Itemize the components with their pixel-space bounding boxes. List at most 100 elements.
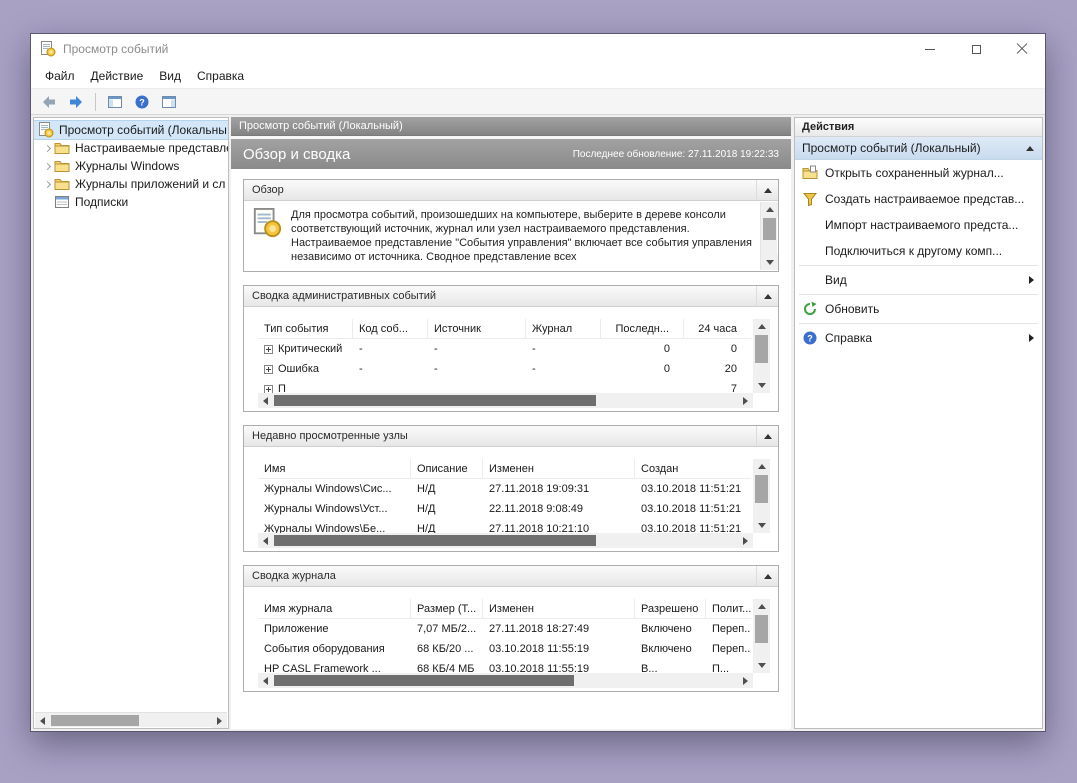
scrollbar-thumb[interactable]: [274, 535, 596, 546]
scrollbar-thumb[interactable]: [755, 475, 768, 503]
table-row[interactable]: События оборудования 68 КБ/20 ... 03.10.…: [258, 639, 751, 659]
scrollbar-thumb[interactable]: [274, 675, 574, 686]
action-connect-other-computer[interactable]: Подключиться к другому комп...: [795, 238, 1042, 264]
table-row[interactable]: Журналы Windows\Уст... Н/Д 22.11.2018 9:…: [258, 499, 751, 519]
action-help-submenu[interactable]: ? Справка: [795, 325, 1042, 351]
minimize-button[interactable]: [907, 34, 953, 64]
scroll-left-button[interactable]: [258, 393, 273, 408]
tree-horizontal-scrollbar[interactable]: [35, 712, 227, 727]
column-header[interactable]: Имя: [258, 459, 411, 478]
help-toolbar-button[interactable]: ?: [131, 91, 153, 113]
tree-item-event-viewer-root[interactable]: Просмотр событий (Локальны: [34, 121, 228, 139]
arrow-right-icon: [743, 677, 748, 685]
action-create-custom-view[interactable]: Создать настраиваемое представ...: [795, 186, 1042, 212]
log-summary-table: Имя журнала Размер (Т... Изменен Разреше…: [258, 599, 751, 679]
table-cell: 27.11.2018 19:09:31: [483, 483, 635, 495]
action-refresh[interactable]: Обновить: [795, 296, 1042, 322]
action-view-submenu[interactable]: Вид: [795, 267, 1042, 293]
scroll-right-button[interactable]: [738, 393, 753, 408]
scroll-right-button[interactable]: [212, 713, 227, 728]
tree-item-app-service-logs[interactable]: Журналы приложений и сл: [34, 175, 228, 193]
forward-button[interactable]: [65, 91, 87, 113]
expand-chevron[interactable]: [40, 146, 54, 151]
expand-plus-icon[interactable]: [264, 365, 273, 374]
actions-group-header[interactable]: Просмотр событий (Локальный): [795, 137, 1042, 160]
column-header[interactable]: 24 часа: [684, 319, 751, 338]
scroll-up-button[interactable]: [753, 599, 770, 614]
titlebar[interactable]: Просмотр событий: [31, 34, 1045, 64]
log-summary-vertical-scrollbar[interactable]: [753, 599, 770, 673]
overview-section-header[interactable]: Обзор: [244, 180, 778, 201]
scroll-down-button[interactable]: [761, 255, 778, 270]
column-header[interactable]: Тип события: [258, 319, 353, 338]
table-row[interactable]: Журналы Windows\Сис... Н/Д 27.11.2018 19…: [258, 479, 751, 499]
scrollbar-thumb[interactable]: [755, 335, 768, 363]
admin-summary-section-header[interactable]: Сводка административных событий: [244, 286, 778, 307]
table-row[interactable]: Приложение 7,07 МБ/2... 27.11.2018 18:27…: [258, 619, 751, 639]
collapse-button[interactable]: [756, 426, 778, 446]
scroll-up-button[interactable]: [753, 319, 770, 334]
maximize-button[interactable]: [953, 34, 999, 64]
admin-summary-horizontal-scrollbar[interactable]: [258, 393, 753, 408]
column-header[interactable]: Код соб...: [353, 319, 428, 338]
menu-file[interactable]: Файл: [37, 69, 83, 83]
scroll-right-button[interactable]: [738, 673, 753, 688]
scroll-down-button[interactable]: [753, 518, 770, 533]
scroll-left-button[interactable]: [258, 673, 273, 688]
column-header[interactable]: Изменен: [483, 599, 635, 618]
console-tree-toggle-button[interactable]: [104, 91, 126, 113]
scroll-down-button[interactable]: [753, 378, 770, 393]
action-label: Справка: [825, 331, 872, 345]
expand-plus-icon[interactable]: [264, 345, 273, 354]
collapse-button[interactable]: [756, 286, 778, 306]
collapse-button[interactable]: [756, 566, 778, 586]
arrow-left-icon: [40, 717, 45, 725]
admin-summary-vertical-scrollbar[interactable]: [753, 319, 770, 393]
column-header[interactable]: Имя журнала: [258, 599, 411, 618]
table-row[interactable]: Ошибка - - - 0 20: [258, 359, 751, 379]
column-header[interactable]: Полит...: [706, 599, 751, 618]
column-header[interactable]: Размер (Т...: [411, 599, 483, 618]
log-summary-horizontal-scrollbar[interactable]: [258, 673, 753, 688]
scrollbar-thumb[interactable]: [763, 218, 776, 240]
action-open-saved-log[interactable]: Открыть сохраненный журнал...: [795, 160, 1042, 186]
scroll-down-button[interactable]: [753, 658, 770, 673]
log-summary-section-header[interactable]: Сводка журнала: [244, 566, 778, 587]
scrollbar-thumb[interactable]: [51, 715, 139, 726]
recent-nodes-horizontal-scrollbar[interactable]: [258, 533, 753, 548]
column-header[interactable]: Изменен: [483, 459, 635, 478]
scrollbar-thumb[interactable]: [755, 615, 768, 643]
collapse-button[interactable]: [756, 180, 778, 200]
scroll-up-button[interactable]: [761, 202, 778, 217]
column-header[interactable]: Создан: [635, 459, 751, 478]
scroll-left-button[interactable]: [258, 533, 273, 548]
column-header[interactable]: Источник: [428, 319, 526, 338]
tree-item-windows-logs[interactable]: Журналы Windows: [34, 157, 228, 175]
column-header[interactable]: Последн...: [601, 319, 684, 338]
overview-vertical-scrollbar[interactable]: [760, 202, 777, 270]
expand-chevron[interactable]: [40, 182, 54, 187]
recent-nodes-section-header[interactable]: Недавно просмотренные узлы: [244, 426, 778, 447]
menu-help[interactable]: Справка: [189, 69, 252, 83]
column-header[interactable]: Разрешено: [635, 599, 706, 618]
table-cell: 7,07 МБ/2...: [411, 623, 483, 635]
back-button[interactable]: [38, 91, 60, 113]
arrow-left-icon: [263, 397, 268, 405]
scrollbar-thumb[interactable]: [274, 395, 596, 406]
tree-item-subscriptions[interactable]: Подписки: [34, 193, 228, 211]
scroll-right-button[interactable]: [738, 533, 753, 548]
menu-view[interactable]: Вид: [151, 69, 189, 83]
scroll-left-button[interactable]: [35, 713, 50, 728]
recent-nodes-vertical-scrollbar[interactable]: [753, 459, 770, 533]
action-import-custom-view[interactable]: Импорт настраиваемого предста...: [795, 212, 1042, 238]
close-button[interactable]: [999, 34, 1045, 64]
menu-action[interactable]: Действие: [83, 69, 152, 83]
column-header[interactable]: Описание: [411, 459, 483, 478]
forward-icon: [68, 94, 84, 110]
column-header[interactable]: Журнал: [526, 319, 601, 338]
table-row[interactable]: Критический - - - 0 0: [258, 339, 751, 359]
expand-chevron[interactable]: [40, 164, 54, 169]
scroll-up-button[interactable]: [753, 459, 770, 474]
action-pane-toggle-button[interactable]: [158, 91, 180, 113]
tree-item-custom-views[interactable]: Настраиваемые представле: [34, 139, 228, 157]
